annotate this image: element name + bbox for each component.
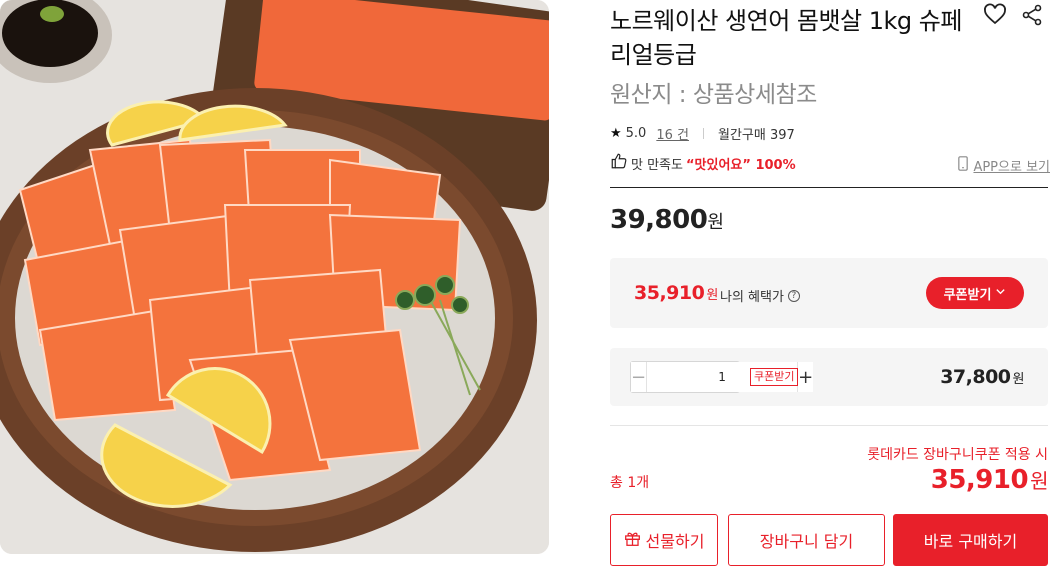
- chevron-down-icon: [995, 286, 1006, 301]
- gift-button-label: 선물하기: [645, 532, 705, 551]
- total-quantity: 총 1개: [610, 475, 650, 491]
- product-info-panel: 노르웨이산 생연어 몸뱃살 1kg 슈페리얼등급 원산지 : 상품상세참조 ★ …: [610, 0, 1050, 568]
- monthly-purchases: 월간구매 397: [717, 128, 795, 143]
- quantity-stepper: − +: [630, 361, 814, 393]
- buy-now-button[interactable]: 바로 구매하기: [893, 514, 1048, 566]
- gift-button[interactable]: 선물하기: [610, 514, 718, 566]
- app-view-link[interactable]: APP으로 보기: [958, 156, 1050, 175]
- rating-score: 5.0: [625, 126, 647, 141]
- satisfaction-row: 맛 만족도 “맛있어요” 100%: [610, 152, 796, 174]
- option-price: 37,800 원: [940, 366, 1024, 388]
- thumbs-up-icon: [610, 152, 628, 174]
- rating-row: ★ 5.0 16 건 월간구매 397: [610, 124, 795, 143]
- currency-unit: 원: [1012, 372, 1025, 387]
- option-price-amount: 37,800: [940, 366, 1011, 388]
- coupon-tag[interactable]: 쿠폰받기: [750, 368, 799, 386]
- satisfaction-label: 맛 만족도: [631, 157, 683, 173]
- benefit-price-panel: 35,910 원 나의 혜택가 ? 쿠폰받기: [610, 258, 1048, 328]
- benefit-price: 35,910 원: [634, 282, 718, 304]
- question-circle-icon[interactable]: ?: [787, 289, 800, 302]
- origin-info: 원산지 : 상품상세참조: [610, 82, 817, 108]
- divider: [610, 425, 1048, 426]
- share-icon[interactable]: [1020, 3, 1046, 29]
- product-image: [0, 0, 549, 554]
- original-price: 39,800원: [610, 205, 724, 235]
- increase-quantity-button[interactable]: +: [797, 362, 814, 392]
- decrease-quantity-button[interactable]: −: [631, 362, 648, 392]
- satisfaction-quote: “맛있어요” 100%: [685, 157, 796, 173]
- divider: [610, 187, 1048, 188]
- app-view-label: APP으로 보기: [973, 160, 1050, 175]
- original-price-amount: 39,800: [610, 205, 708, 235]
- get-coupon-label: 쿠폰받기: [943, 287, 992, 303]
- card-coupon-notice: 롯데카드 장바구니쿠폰 적용 시: [867, 447, 1048, 463]
- total-price-amount: 35,910: [930, 465, 1029, 495]
- selected-option-panel: − + 쿠폰받기 37,800원: [610, 348, 1048, 406]
- currency-unit: 원: [1030, 469, 1048, 493]
- benefit-label-text: 나의 혜택가: [720, 290, 784, 305]
- gift-icon: [624, 530, 641, 551]
- product-title: 노르웨이산 생연어 몸뱃살 1kg 슈페리얼등급: [610, 7, 962, 69]
- currency-unit: 원: [706, 288, 718, 303]
- heart-outline-icon[interactable]: [983, 3, 1009, 29]
- mobile-phone-icon: [958, 156, 969, 175]
- star-icon: ★: [610, 126, 622, 141]
- review-count-link[interactable]: 16 건: [656, 124, 689, 143]
- add-to-cart-button[interactable]: 장바구니 담기: [728, 514, 885, 566]
- currency-unit: 원: [707, 212, 724, 233]
- benefit-label: 나의 혜택가 ?: [720, 286, 800, 305]
- benefit-price-amount: 35,910: [634, 282, 705, 304]
- get-coupon-button[interactable]: 쿠폰받기: [926, 277, 1024, 309]
- total-price: 35,910 원: [930, 465, 1049, 495]
- divider: [702, 128, 704, 139]
